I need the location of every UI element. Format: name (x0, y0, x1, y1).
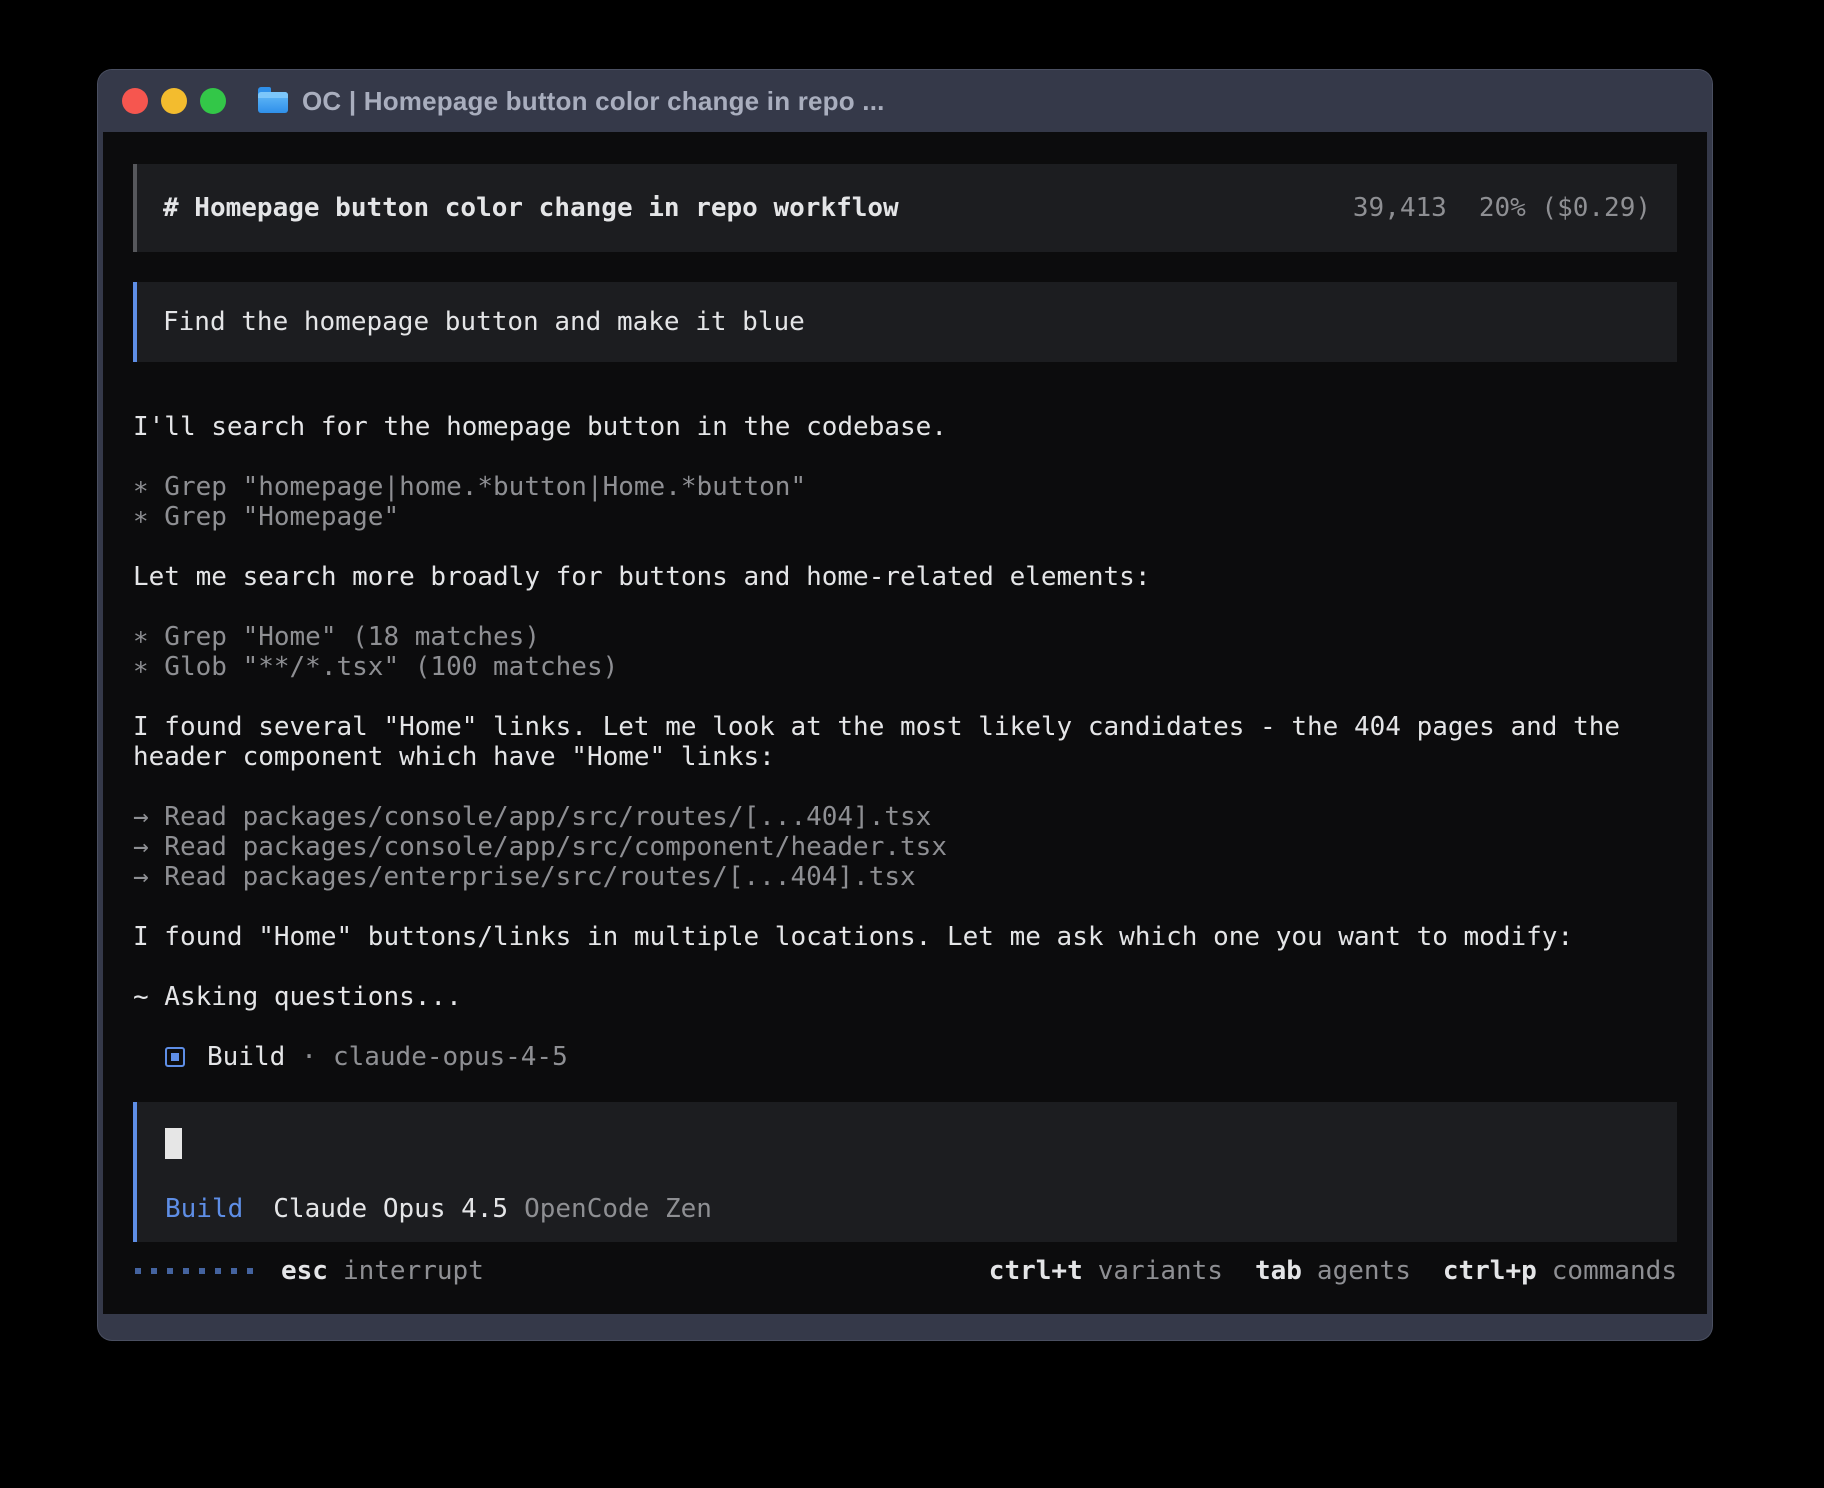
tool-call-grep: ∗ Grep "homepage|home.*button|Home.*butt… (133, 472, 1677, 502)
tool-call-read: → Read packages/console/app/src/componen… (133, 832, 1677, 862)
agent-build-icon (165, 1047, 185, 1067)
spinner-dot (151, 1268, 157, 1274)
model-name-label: Claude Opus 4.5 (273, 1194, 508, 1224)
agent-mode-label: Build (165, 1194, 243, 1224)
close-button[interactable] (122, 88, 148, 114)
hint-key-tab: tab (1255, 1256, 1302, 1286)
zoom-button[interactable] (200, 88, 226, 114)
assistant-text-line: I'll search for the homepage button in t… (133, 412, 1677, 442)
prompt-input[interactable]: Build Claude Opus 4.5 OpenCode Zen (133, 1102, 1677, 1242)
token-count: 39,413 (1353, 193, 1447, 223)
asking-questions-status: ~ Asking questions... (133, 982, 1677, 1012)
assistant-text-line: I found "Home" buttons/links in multiple… (133, 922, 1677, 952)
status-left: esc interrupt (133, 1256, 484, 1286)
tool-call-glob: ∗ Glob "**/*.tsx" (100 matches) (133, 652, 1677, 682)
traffic-lights (122, 88, 226, 114)
window-title: OC | Homepage button color change in rep… (302, 86, 885, 117)
transcript: I'll search for the homepage button in t… (133, 412, 1677, 1012)
spinner-dot (247, 1268, 253, 1274)
hint-label-interrupt: interrupt (343, 1256, 484, 1286)
assistant-text-line: I found several "Home" links. Let me loo… (133, 712, 1677, 742)
session-header: # Homepage button color change in repo w… (133, 164, 1677, 252)
agent-status-row: Build · claude-opus-4-5 (133, 1042, 1677, 1072)
spinner-dots (135, 1268, 253, 1274)
titlebar[interactable]: OC | Homepage button color change in rep… (98, 70, 1712, 132)
hint-label-agents: agents (1317, 1256, 1411, 1286)
tool-call-grep: ∗ Grep "Homepage" (133, 502, 1677, 532)
hint-label-variants: variants (1098, 1256, 1223, 1286)
tool-call-read: → Read packages/enterprise/src/routes/[.… (133, 862, 1677, 892)
status-bar: esc interrupt ctrl+t variants tab agents… (133, 1256, 1677, 1286)
assistant-text-line: Let me search more broadly for buttons a… (133, 562, 1677, 592)
hint-key-ctrl-t: ctrl+t (989, 1256, 1083, 1286)
tool-call-grep: ∗ Grep "Home" (18 matches) (133, 622, 1677, 652)
hint-agents: tab agents (1255, 1256, 1411, 1286)
hint-variants: ctrl+t variants (989, 1256, 1223, 1286)
folder-icon (258, 92, 288, 113)
hint-key-ctrl-p: ctrl+p (1443, 1256, 1537, 1286)
agent-model: claude-opus-4-5 (333, 1042, 568, 1072)
terminal-content[interactable]: # Homepage button color change in repo w… (103, 132, 1707, 1314)
hint-key-esc: esc (281, 1256, 328, 1286)
status-right: ctrl+t variants tab agents ctrl+p comman… (989, 1256, 1677, 1286)
hint-commands: ctrl+p commands (1443, 1256, 1677, 1286)
input-meta: Build Claude Opus 4.5 OpenCode Zen (165, 1194, 1649, 1224)
spinner-dot (231, 1268, 237, 1274)
provider-label: OpenCode Zen (524, 1194, 712, 1224)
spinner-dot (135, 1268, 141, 1274)
session-stats: 39,413 20% ($0.29) (1353, 193, 1651, 223)
spinner-dot (183, 1268, 189, 1274)
agent-name: Build (207, 1042, 285, 1072)
minimize-button[interactable] (161, 88, 187, 114)
session-title: # Homepage button color change in repo w… (163, 193, 899, 223)
text-cursor (165, 1128, 182, 1159)
hint-interrupt: esc interrupt (281, 1256, 484, 1286)
user-message: Find the homepage button and make it blu… (133, 282, 1677, 362)
assistant-text-line: header component which have "Home" links… (133, 742, 1677, 772)
terminal-window: OC | Homepage button color change in rep… (98, 70, 1712, 1340)
context-usage: 20% ($0.29) (1479, 193, 1651, 223)
spinner-dot (199, 1268, 205, 1274)
spinner-dot (167, 1268, 173, 1274)
tool-call-read: → Read packages/console/app/src/routes/[… (133, 802, 1677, 832)
agent-separator: · (301, 1042, 317, 1072)
hint-label-commands: commands (1552, 1256, 1677, 1286)
spinner-dot (215, 1268, 221, 1274)
user-message-text: Find the homepage button and make it blu… (163, 307, 805, 337)
agent-build-icon-inner (171, 1053, 179, 1061)
